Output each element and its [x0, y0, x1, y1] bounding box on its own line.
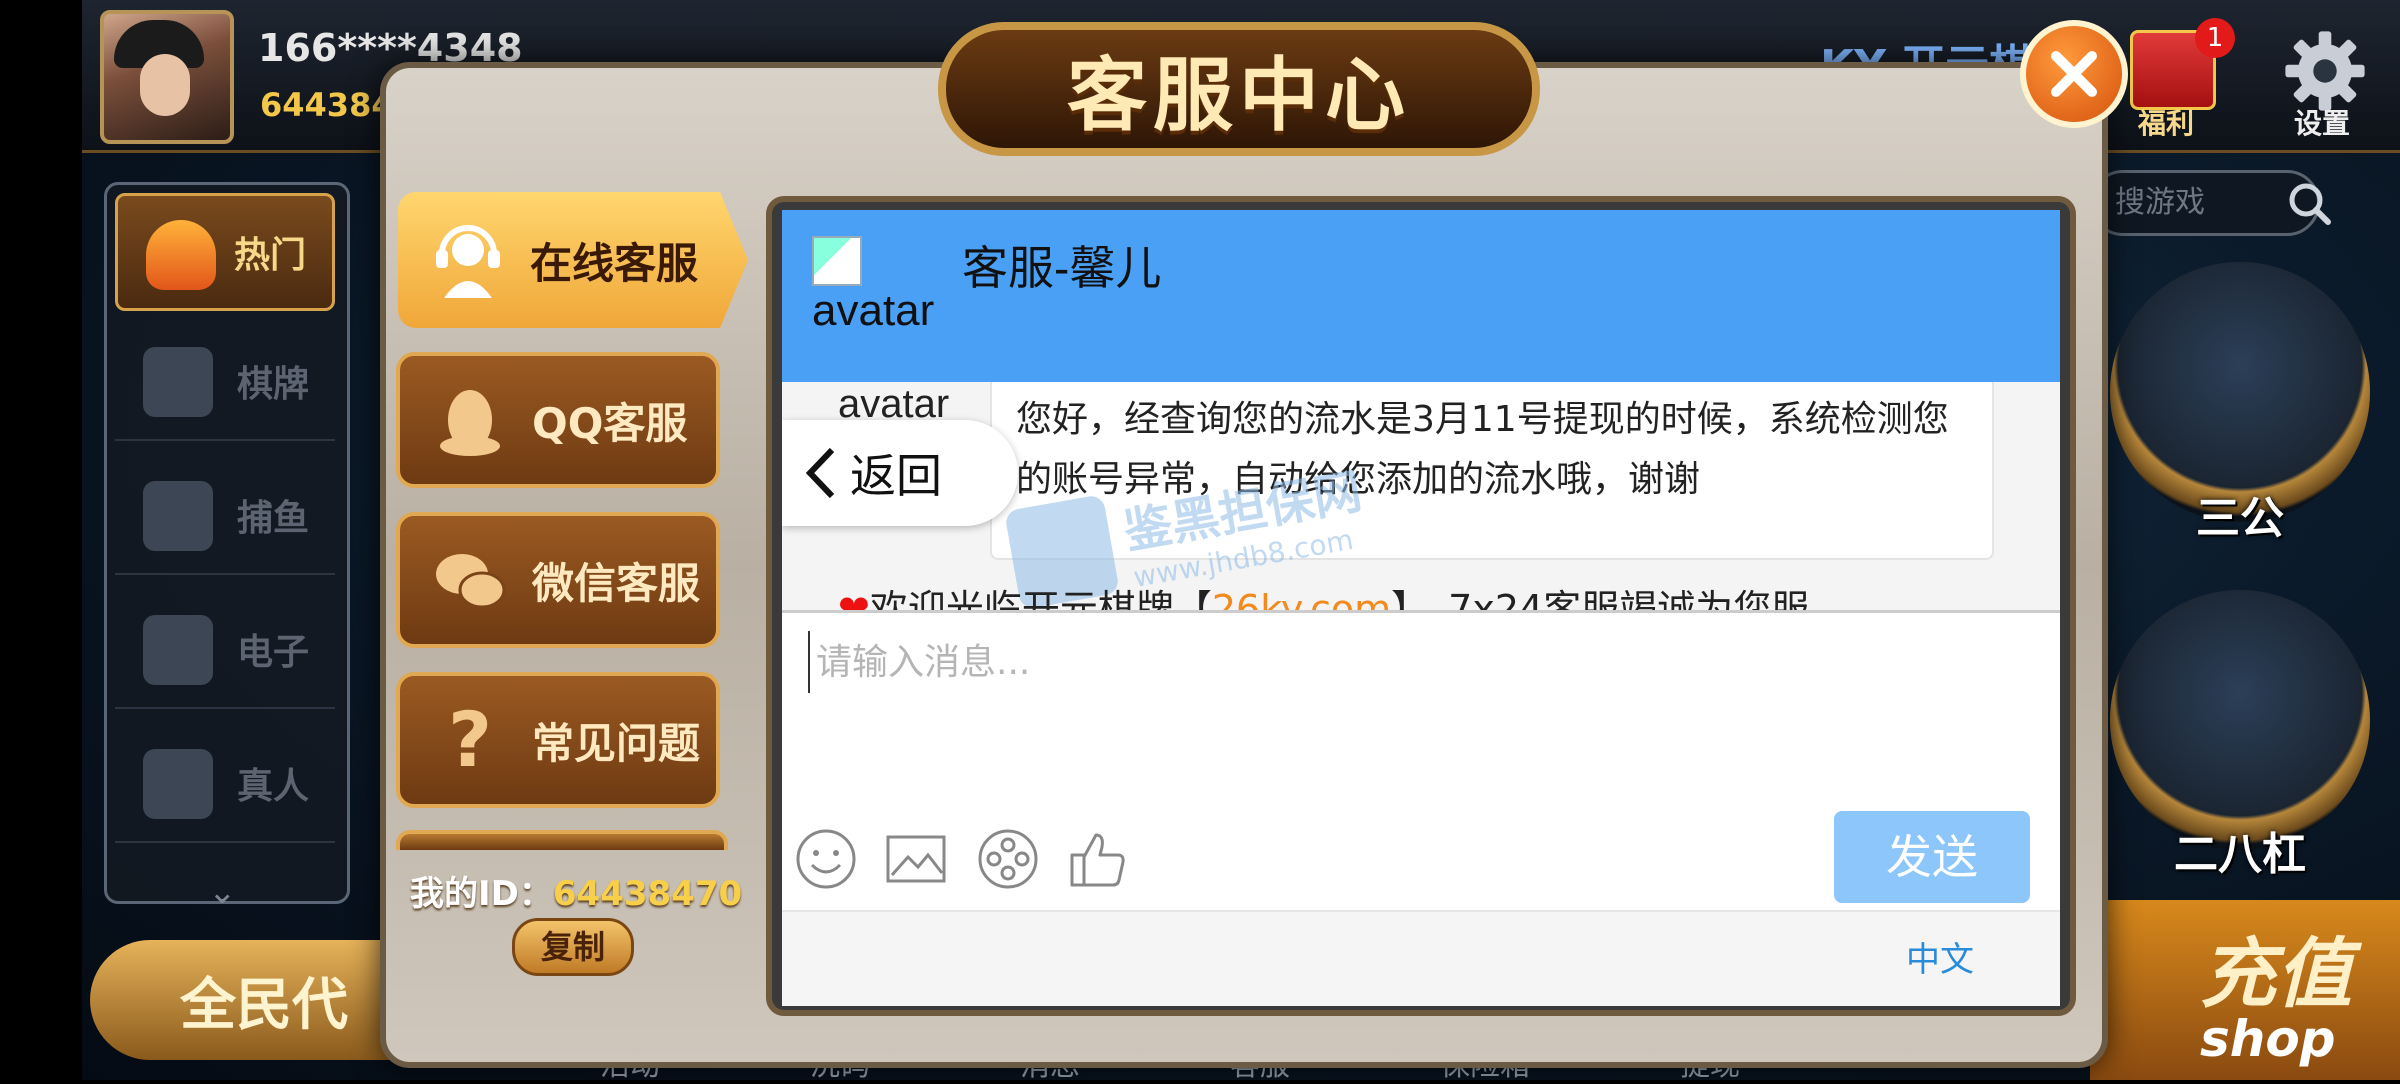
my-id-label: 我的ID：	[410, 874, 553, 914]
message-list[interactable]: avatar 您好，经查询您的流水是3月11号提现的时候，系统检测您的账号异常，…	[782, 382, 2060, 610]
chevron-left-icon	[805, 447, 835, 499]
qq-penguin-icon	[440, 390, 500, 456]
fish-icon	[143, 481, 213, 551]
avatar[interactable]	[100, 10, 234, 144]
chevron-down-icon[interactable]: ⌄	[208, 872, 248, 912]
broken-image-icon	[812, 236, 862, 286]
category-label: 电子	[236, 632, 309, 673]
category-live[interactable]: 真人	[115, 725, 335, 843]
image-icon[interactable]	[884, 827, 948, 891]
qq-service-button[interactable]: QQ客服	[396, 352, 720, 488]
back-label: 返回	[850, 449, 942, 503]
user-balance: 644384	[260, 86, 394, 124]
chat-header: avatar 客服-馨儿	[782, 210, 2060, 382]
card-icon	[143, 347, 213, 417]
thumbs-up-icon[interactable]	[1066, 827, 1130, 891]
settings-label: 设置	[2294, 107, 2351, 140]
shop-title: 充值	[2200, 929, 2352, 1018]
wechat-service-button[interactable]: 微信客服	[396, 512, 720, 648]
online-service-button[interactable]: 在线客服	[398, 192, 748, 328]
chat-window: avatar 客服-馨儿 avatar 您好，经查询您的流水是3月11号提现的时…	[782, 210, 2060, 1006]
category-menu: 热门 棋牌 捕鱼 电子 真人	[104, 182, 350, 904]
welfare-label: 福利	[2138, 107, 2195, 140]
dealer-icon	[143, 749, 213, 819]
heart-icon: ❤	[838, 587, 870, 610]
category-label: 棋牌	[236, 364, 309, 405]
message-input[interactable]	[808, 631, 2018, 693]
fire-hot-icon	[146, 220, 216, 290]
side-button-label: QQ客服	[532, 398, 688, 448]
category-fishing[interactable]: 捕鱼	[115, 457, 335, 575]
notification-badge: 1	[2195, 18, 2235, 58]
side-button-label: 常见问题	[532, 718, 701, 768]
video-icon[interactable]	[976, 827, 1040, 891]
category-chess-cards[interactable]: 棋牌	[115, 323, 335, 441]
site-link[interactable]: 26ky.com	[1212, 587, 1391, 610]
my-id: 我的ID：64438470	[410, 866, 742, 915]
copy-button[interactable]: 复制	[512, 918, 634, 976]
category-label: 真人	[236, 766, 309, 807]
modal-title: 客服中心	[1067, 49, 1411, 142]
emoji-icon[interactable]	[794, 827, 858, 891]
back-button[interactable]: 返回	[782, 420, 1018, 526]
category-label: 热门	[233, 235, 306, 276]
category-label: 捕鱼	[236, 498, 309, 539]
modal-title-plaque: 客服中心	[938, 22, 1540, 156]
slot-machine-icon	[143, 615, 213, 685]
search-icon[interactable]	[2282, 176, 2338, 232]
wechat-icon	[436, 554, 506, 609]
headset-icon	[436, 225, 500, 298]
agent-name: 客服-馨儿	[962, 242, 1162, 294]
promo-label: 全民代	[180, 972, 348, 1038]
welcome-prefix: 欢迎光临开元棋牌【	[869, 587, 1212, 610]
question-icon: ?	[448, 700, 492, 780]
svg-text:?: ?	[448, 700, 492, 780]
language-switch[interactable]: 中文	[1906, 932, 1974, 981]
category-hot[interactable]: 热门	[115, 193, 335, 311]
my-id-value: 64438470	[552, 874, 743, 914]
category-electronic[interactable]: 电子	[115, 591, 335, 709]
send-button[interactable]: 发送	[1834, 811, 2030, 903]
side-button-label: 微信客服	[532, 558, 701, 608]
message-bubble: 您好，经查询您的流水是3月11号提现的时候，系统检测您的账号异常，自动给您添加的…	[990, 382, 1994, 560]
faq-button[interactable]: ? 常见问题	[396, 672, 720, 808]
chat-footer: 中文	[782, 910, 2060, 1006]
close-icon	[2051, 51, 2097, 97]
side-button-label: 在线客服	[530, 238, 699, 288]
composer: 发送	[782, 610, 2060, 913]
more-side-button[interactable]	[396, 830, 728, 850]
welcome-message: ❤欢迎光临开元棋牌【26ky.com】，7x24客服竭诚为您服	[838, 578, 1809, 610]
game-label: 三公	[2196, 493, 2284, 544]
avatar-face	[140, 54, 190, 116]
welcome-suffix: 】，7x24客服竭诚为您服	[1391, 587, 1810, 610]
game-tile-erbagang[interactable]	[2110, 590, 2370, 850]
shop-subtitle: shop	[2200, 1010, 2336, 1068]
close-button[interactable]	[2020, 20, 2128, 128]
game-label: 二八杠	[2174, 829, 2306, 880]
